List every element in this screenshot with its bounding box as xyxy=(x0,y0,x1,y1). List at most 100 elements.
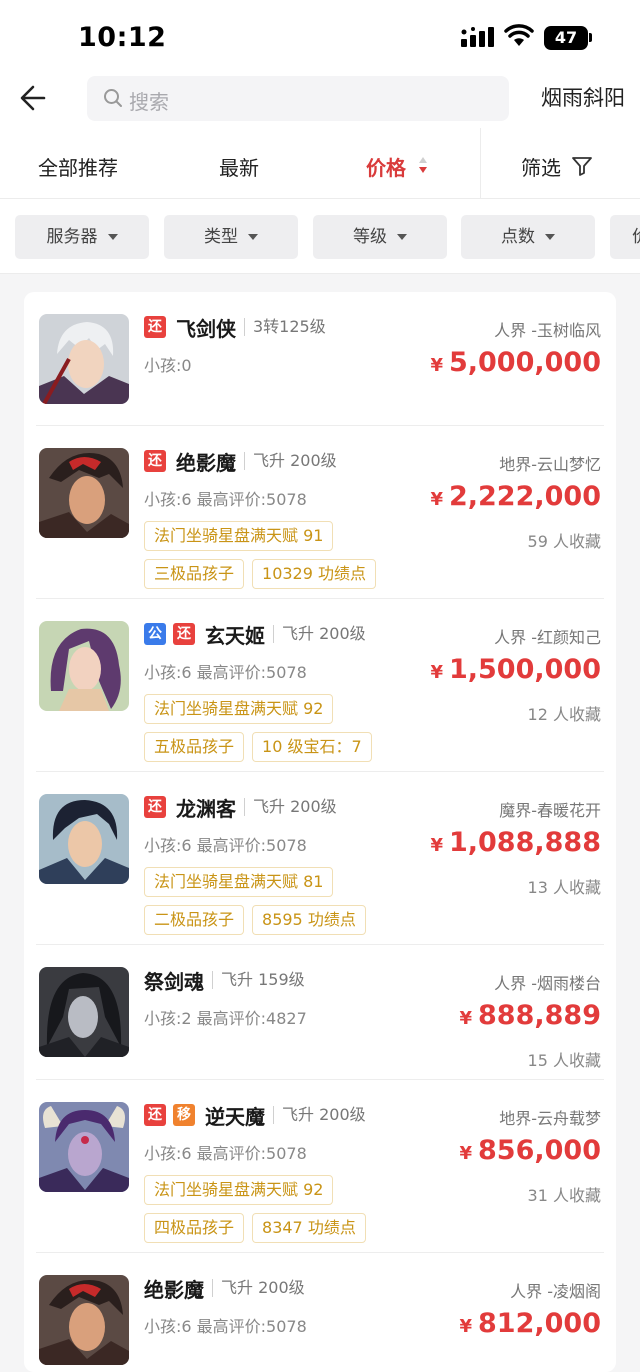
server-label: 人界 -玉树临风 xyxy=(494,321,601,340)
favorite-count: 59 人收藏 xyxy=(527,532,601,551)
character-avatar xyxy=(39,1102,129,1192)
tag: 10329 功绩点 xyxy=(252,559,377,589)
tag: 四极品孩子 xyxy=(144,1213,245,1243)
badge-public: 公 xyxy=(144,623,166,645)
sort-tab-latest[interactable]: 最新 xyxy=(219,152,259,181)
character-avatar xyxy=(39,1275,129,1365)
sort-bar: 全部推荐 最新 价格 筛选 xyxy=(0,128,640,199)
funnel-icon xyxy=(572,157,592,176)
tag: 8347 功绩点 xyxy=(252,1213,366,1243)
caret-down-icon xyxy=(107,234,118,240)
price: ¥888,889 xyxy=(459,1000,601,1031)
tag-list: 法门坐骑星盘满天赋 92 四极品孩子 8347 功绩点 xyxy=(144,1175,414,1251)
favorite-count: 13 人收藏 xyxy=(527,878,601,897)
tag-list: 法门坐骑星盘满天赋 91 三极品孩子 10329 功绩点 xyxy=(144,521,414,597)
filter-button[interactable]: 筛选 xyxy=(521,152,561,181)
role-name: 绝影魔 xyxy=(144,1277,204,1302)
yen-sign: ¥ xyxy=(459,1143,473,1164)
role-summary: 小孩:6 最高评价:5078 xyxy=(144,490,307,509)
price: ¥856,000 xyxy=(459,1135,601,1166)
filter-chip-type[interactable]: 类型 xyxy=(164,215,298,259)
tag: 二极品孩子 xyxy=(144,905,245,935)
badge-transfer: 移 xyxy=(173,1104,195,1126)
price: ¥5,000,000 xyxy=(430,347,601,378)
tag: 法门坐骑星盘满天赋 92 xyxy=(144,1175,334,1205)
server-label: 地界-云舟载梦 xyxy=(499,1109,601,1128)
sort-tab-price[interactable]: 价格 xyxy=(366,152,406,181)
server-name[interactable]: 烟雨斜阳 xyxy=(541,82,625,112)
role-name: 飞剑侠 xyxy=(176,316,236,341)
price-value: 2,222,000 xyxy=(448,481,601,512)
badge-return: 还 xyxy=(144,1104,166,1126)
search-input[interactable]: 搜索 xyxy=(87,76,509,121)
caret-down-icon xyxy=(248,234,258,240)
top-area: 10:12 47 搜索 烟雨斜阳 全部推荐 最新 价格 筛选 服务器 类型 等级… xyxy=(0,0,640,274)
yen-sign: ¥ xyxy=(459,1008,473,1029)
price-value: 1,088,888 xyxy=(448,827,601,858)
listing-item[interactable]: 公 还 玄天姬 飞升 200级 小孩:6 最高评价:5078 法门坐骑星盘满天赋… xyxy=(24,599,616,772)
listing-item[interactable]: 还 龙渊客 飞升 200级 小孩:6 最高评价:5078 法门坐骑星盘满天赋 8… xyxy=(24,772,616,945)
battery-cap xyxy=(589,33,592,42)
role-name: 绝影魔 xyxy=(176,450,236,475)
filter-chip-price[interactable]: 价 xyxy=(610,215,640,259)
caret-down-icon xyxy=(397,234,407,240)
listing-item[interactable]: 还 绝影魔 飞升 200级 小孩:6 最高评价:5078 法门坐骑星盘满天赋 9… xyxy=(24,426,616,599)
filter-chip-server[interactable]: 服务器 xyxy=(15,215,149,259)
clock: 10:12 xyxy=(78,22,167,53)
tag: 10 级宝石：7 xyxy=(252,732,372,762)
listing-item[interactable]: 还 移 逆天魔 飞升 200级 小孩:6 最高评价:5078 法门坐骑星盘满天赋… xyxy=(24,1080,616,1253)
role-name: 逆天魔 xyxy=(205,1104,265,1129)
signal-icon xyxy=(461,27,494,47)
listing-item[interactable]: 绝影魔 飞升 200级 小孩:6 最高评价:5078 人界 -凌烟阁 ¥812,… xyxy=(24,1253,616,1372)
price: ¥1,088,888 xyxy=(430,827,601,858)
filter-chip-label: 服务器 xyxy=(46,227,98,247)
tag: 五极品孩子 xyxy=(144,732,245,762)
yen-sign: ¥ xyxy=(430,835,443,856)
tag: 三极品孩子 xyxy=(144,559,245,589)
character-avatar xyxy=(39,448,129,538)
search-placeholder: 搜索 xyxy=(129,90,169,114)
listing-item[interactable]: 还 飞剑侠 3转125级 小孩:0 人界 -玉树临风 ¥5,000,000 xyxy=(24,292,616,426)
role-name: 玄天姬 xyxy=(205,623,265,648)
filter-chips: 服务器 类型 等级 点数 价 xyxy=(0,199,640,274)
back-arrow-icon[interactable] xyxy=(16,78,52,118)
role-level: 飞升 200级 xyxy=(244,798,337,816)
name-line: 还 飞剑侠 3转125级 xyxy=(144,314,326,341)
favorite-count: 15 人收藏 xyxy=(527,1051,601,1070)
sort-tab-recommend[interactable]: 全部推荐 xyxy=(38,152,118,181)
favorite-count: 31 人收藏 xyxy=(527,1186,601,1205)
yen-sign: ¥ xyxy=(430,355,443,376)
badge-return: 还 xyxy=(144,796,166,818)
tag: 法门坐骑星盘满天赋 91 xyxy=(144,521,334,551)
price-value: 1,500,000 xyxy=(448,654,601,685)
listing-list: 还 飞剑侠 3转125级 小孩:0 人界 -玉树临风 ¥5,000,000 还 … xyxy=(24,292,616,1372)
tag-list: 法门坐骑星盘满天赋 92 五极品孩子 10 级宝石：7 xyxy=(144,694,414,770)
role-level: 3转125级 xyxy=(244,318,326,336)
name-line: 绝影魔 飞升 200级 xyxy=(144,1275,305,1302)
role-name: 龙渊客 xyxy=(176,796,236,821)
name-line: 还 龙渊客 飞升 200级 xyxy=(144,794,337,821)
listing-item[interactable]: 祭剑魂 飞升 159级 小孩:2 最高评价:4827 人界 -烟雨楼台 ¥888… xyxy=(24,945,616,1080)
battery-indicator: 47 xyxy=(544,26,588,50)
name-line: 公 还 玄天姬 飞升 200级 xyxy=(144,621,366,648)
caret-down-icon xyxy=(545,234,555,240)
tag: 法门坐骑星盘满天赋 81 xyxy=(144,867,334,897)
sort-divider xyxy=(480,128,481,198)
price: ¥2,222,000 xyxy=(430,481,601,512)
server-label: 人界 -凌烟阁 xyxy=(510,1282,601,1301)
character-avatar xyxy=(39,794,129,884)
filter-chip-label: 点数 xyxy=(501,227,535,247)
tag-list: 法门坐骑星盘满天赋 81 二极品孩子 8595 功绩点 xyxy=(144,867,414,943)
filter-chip-label: 类型 xyxy=(204,227,238,247)
role-level: 飞升 200级 xyxy=(212,1279,305,1297)
character-avatar xyxy=(39,314,129,404)
role-level: 飞升 159级 xyxy=(212,971,305,989)
role-summary: 小孩:6 最高评价:5078 xyxy=(144,1144,307,1163)
price-value: 812,000 xyxy=(478,1308,601,1339)
badge-return: 还 xyxy=(173,623,195,645)
role-summary: 小孩:0 xyxy=(144,356,192,375)
wifi-icon xyxy=(504,24,534,46)
filter-chip-level[interactable]: 等级 xyxy=(313,215,447,259)
price-value: 856,000 xyxy=(478,1135,601,1166)
filter-chip-points[interactable]: 点数 xyxy=(461,215,595,259)
